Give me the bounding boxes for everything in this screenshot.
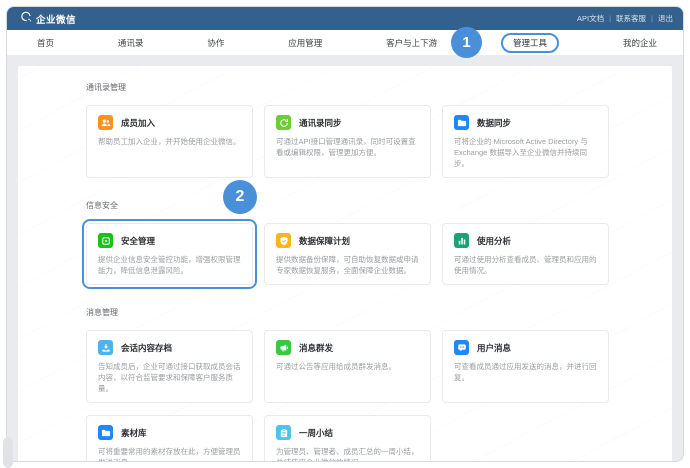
card-user-messages[interactable]: 用户消息 可查看成员通过应用发送的消息，并进行回复。 xyxy=(442,330,609,403)
card-title: 数据同步 xyxy=(477,117,511,129)
card-description: 可将重要常用的素材存放在此，方便管理员发送消息。 xyxy=(98,446,241,462)
card-description: 告知成员后，企业可通过接口获取成员会话内容，以符合监管要求和保障客户服务质量。 xyxy=(98,361,241,394)
folder-icon xyxy=(454,115,469,130)
divider: | xyxy=(609,14,611,23)
card-member-join[interactable]: 成员加入 帮助员工加入企业，并开始使用企业微信。 xyxy=(86,105,253,178)
sync-icon xyxy=(276,115,291,130)
step-1-marker: 1 xyxy=(451,27,482,58)
page-corner-element xyxy=(3,437,13,468)
card-title: 使用分析 xyxy=(477,235,511,247)
card-description: 可通过使用分析查看成员、管理员和应用的使用情况。 xyxy=(454,254,597,276)
card-description: 提供企业信息安全管控功能，增强权限管理能力，降低信息泄露风险。 xyxy=(98,254,241,276)
folder-icon xyxy=(98,425,113,440)
wechat-work-logo-icon xyxy=(20,10,32,28)
card-description: 为管理员、管理者、成员汇总的一周小结，总结使用企业微信的情况。 xyxy=(276,446,419,462)
card-description: 可将企业的 Microsoft Active Directory 与 Excha… xyxy=(454,136,597,169)
card-title: 安全管理 xyxy=(121,235,155,247)
main-nav: 首页 通讯录 协作 应用管理 客户与上下游 管理工具 我的企业 xyxy=(7,30,683,56)
section-contacts-management: 通讯录管理 成员加入 帮助员工加入企业，并开始使用企业微信。 xyxy=(86,82,614,178)
card-contacts-sync[interactable]: 通讯录同步 可通过API接口管理通讯录，同时可设置查看或编辑权限，管理更加方便。 xyxy=(264,105,431,178)
card-message-broadcast[interactable]: 消息群发 可通过公告等应用给成员群发消息。 xyxy=(264,330,431,403)
card-description: 帮助员工加入企业，并开始使用企业微信。 xyxy=(98,136,241,147)
card-title: 成员加入 xyxy=(121,117,155,129)
archive-icon xyxy=(98,340,113,355)
topbar-links: API文档 | 联系客服 | 退出 xyxy=(577,13,673,24)
api-docs-link[interactable]: API文档 xyxy=(577,13,604,24)
section-message-management: 消息管理 会话内容存档 告知成员后，企业可通过接口获取成员会话内容，以符合监管要… xyxy=(86,307,614,462)
bar-chart-icon xyxy=(454,233,469,248)
card-description: 可通过公告等应用给成员群发消息。 xyxy=(276,361,419,372)
card-title: 通讯录同步 xyxy=(299,117,342,129)
nav-item-customers[interactable]: 客户与上下游 xyxy=(386,35,437,51)
app-logo[interactable]: 企业微信 xyxy=(20,10,76,28)
card-security-management[interactable]: 2 安全管理 提供企业信息安全管控功能，增强权限管理能力，降低信息泄露风险。 xyxy=(86,223,253,285)
card-data-sync[interactable]: 数据同步 可将企业的 Microsoft Active Directory 与 … xyxy=(442,105,609,178)
card-title: 会话内容存档 xyxy=(121,342,172,354)
people-icon xyxy=(98,115,113,130)
section-title: 信息安全 xyxy=(86,200,614,211)
app-window: 企业微信 API文档 | 联系客服 | 退出 首页 通讯录 协作 应用管理 客户… xyxy=(6,6,684,462)
card-data-protection-plan[interactable]: 数据保障计划 提供数据备份保障，可自助恢复数据或申请专家数据恢复服务，全面保障企… xyxy=(264,223,431,285)
section-information-security: 信息安全 2 安全管理 提供企业信息安全管控功能，增强权限管理能力，降低信息泄露… xyxy=(86,200,614,285)
nav-item-app-management[interactable]: 应用管理 xyxy=(288,35,322,51)
card-description: 提供数据备份保障，可自助恢复数据或申请专家数据恢复服务，全面保障企业数据。 xyxy=(276,254,419,276)
card-description: 可查看成员通过应用发送的消息，并进行回复。 xyxy=(454,361,597,383)
section-title: 通讯录管理 xyxy=(86,82,614,93)
security-icon xyxy=(98,233,113,248)
card-title: 素材库 xyxy=(121,427,147,439)
card-chat-archive[interactable]: 会话内容存档 告知成员后，企业可通过接口获取成员会话内容，以符合监管要求和保障客… xyxy=(86,330,253,403)
logout-link[interactable]: 退出 xyxy=(658,13,673,24)
divider: | xyxy=(651,14,653,23)
shield-icon xyxy=(276,233,291,248)
clipboard-icon xyxy=(276,425,291,440)
chat-bubble-icon xyxy=(454,340,469,355)
nav-item-collaboration[interactable]: 协作 xyxy=(207,35,224,51)
card-usage-analytics[interactable]: 使用分析 可通过使用分析查看成员、管理员和应用的使用情况。 xyxy=(442,223,609,285)
nav-item-admin-tools[interactable]: 管理工具 xyxy=(501,33,559,53)
step-2-marker: 2 xyxy=(223,180,257,214)
card-title: 数据保障计划 xyxy=(299,235,350,247)
topbar: 企业微信 API文档 | 联系客服 | 退出 xyxy=(7,7,683,30)
card-title: 消息群发 xyxy=(299,342,333,354)
megaphone-icon xyxy=(276,340,291,355)
card-description: 可通过API接口管理通讯录，同时可设置查看或编辑权限，管理更加方便。 xyxy=(276,136,419,158)
card-weekly-summary[interactable]: 一周小结 为管理员、管理者、成员汇总的一周小结，总结使用企业微信的情况。 xyxy=(264,415,431,462)
card-title: 用户消息 xyxy=(477,342,511,354)
nav-item-contacts[interactable]: 通讯录 xyxy=(118,35,144,51)
page-body: 通讯录管理 成员加入 帮助员工加入企业，并开始使用企业微信。 xyxy=(7,56,683,461)
app-title: 企业微信 xyxy=(36,12,76,26)
contact-support-link[interactable]: 联系客服 xyxy=(616,13,646,24)
nav-item-my-company[interactable]: 我的企业 xyxy=(623,35,657,51)
content-panel: 通讯录管理 成员加入 帮助员工加入企业，并开始使用企业微信。 xyxy=(18,66,672,461)
card-material-library[interactable]: 素材库 可将重要常用的素材存放在此，方便管理员发送消息。 xyxy=(86,415,253,462)
nav-item-home[interactable]: 首页 xyxy=(37,35,54,51)
section-title: 消息管理 xyxy=(86,307,614,318)
card-title: 一周小结 xyxy=(299,427,333,439)
